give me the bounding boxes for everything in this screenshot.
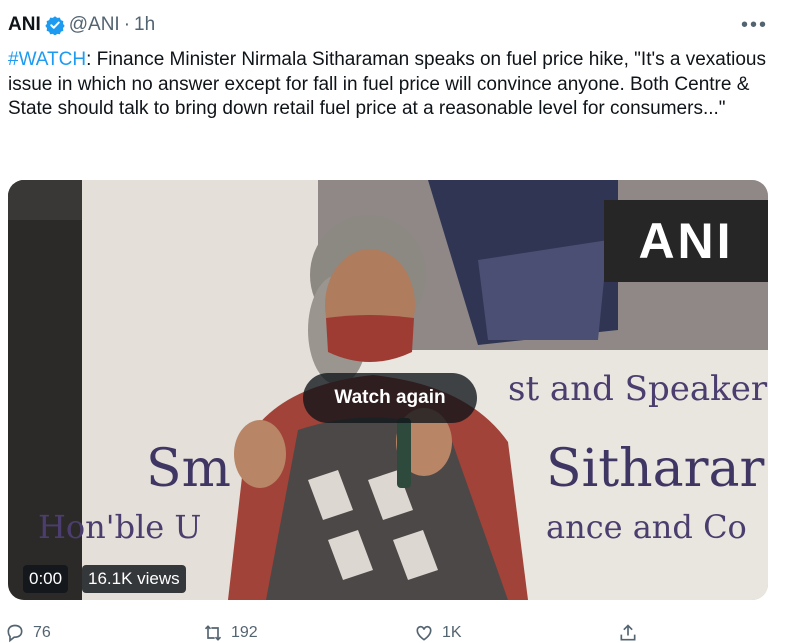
reply-count: 76 <box>33 624 51 641</box>
separator-dot: · <box>123 14 131 35</box>
verified-badge-icon <box>45 15 65 35</box>
hashtag-link[interactable]: #WATCH <box>8 49 86 70</box>
retweet-count: 192 <box>231 624 258 641</box>
retweet-icon <box>204 625 222 641</box>
tweet-time[interactable]: 1h <box>134 14 155 36</box>
tweet-actions: 76 192 1K <box>0 619 800 643</box>
reply-icon <box>7 624 23 643</box>
banner-line-3a: Hon'ble U <box>38 508 201 546</box>
author-name[interactable]: ANI <box>8 14 41 36</box>
tweet-header: ANI @ANI · 1h <box>8 12 155 38</box>
like-button[interactable]: 1K <box>414 623 462 643</box>
banner-line-2b: Sitharar <box>546 439 765 499</box>
watch-again-button[interactable]: Watch again <box>303 373 477 423</box>
share-icon <box>620 624 636 641</box>
banner-line-1: st and Speaker <box>508 369 768 409</box>
heart-icon <box>416 625 432 641</box>
banner-line-3b: ance and Co <box>546 508 747 546</box>
retweet-button[interactable]: 192 <box>203 623 258 643</box>
more-options-icon[interactable]: ••• <box>741 14 768 37</box>
video-player[interactable]: ANI st and Speaker Sm Sitharar Hon'ble U… <box>8 180 768 600</box>
tweet-body: : Finance Minister Nirmala Sitharaman sp… <box>8 49 766 119</box>
video-timestamp: 0:00 <box>23 565 69 593</box>
author-handle[interactable]: @ANI <box>69 14 120 36</box>
reply-button[interactable]: 76 <box>5 623 51 643</box>
banner-line-2a: Sm <box>146 439 231 499</box>
like-count: 1K <box>442 624 462 641</box>
video-views: 16.1K views <box>82 565 186 593</box>
share-button[interactable] <box>618 623 638 643</box>
ani-logo: ANI <box>638 213 733 269</box>
tweet-text: #WATCH: Finance Minister Nirmala Sithara… <box>8 48 778 122</box>
